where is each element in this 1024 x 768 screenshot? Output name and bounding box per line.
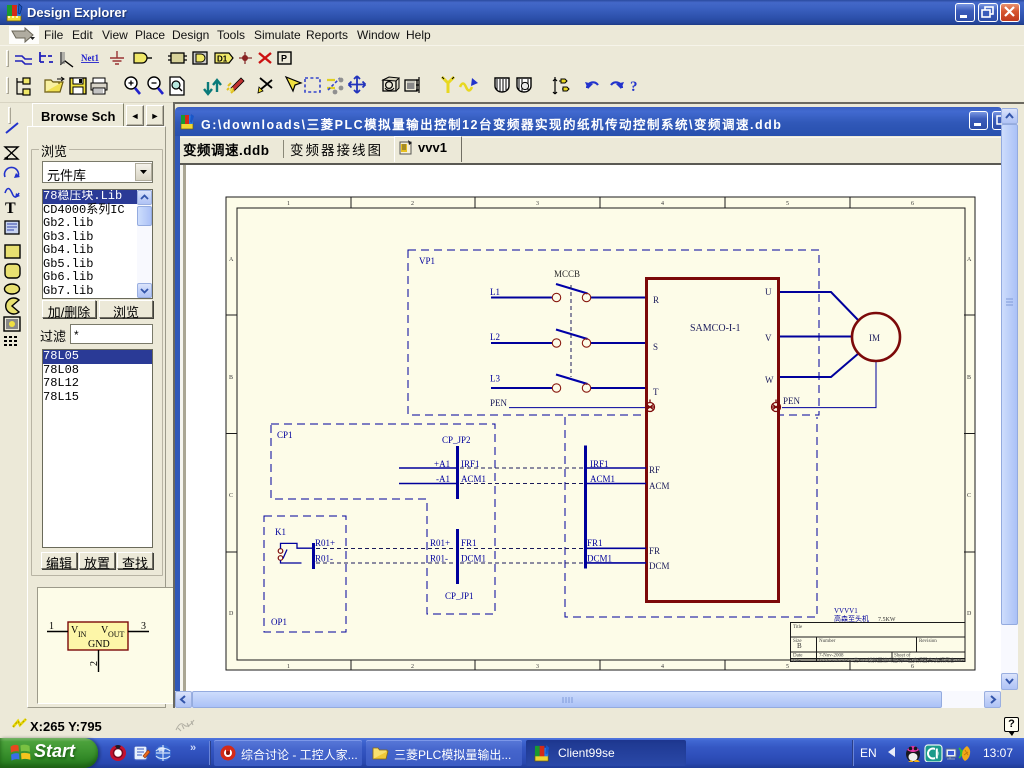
svg-text:ACM1: ACM1 xyxy=(461,474,486,484)
svg-text:D: D xyxy=(967,611,972,617)
svg-text:G:\downloads\三菱PLC模拟量输出控制12台变频: G:\downloads\三菱PLC模拟量输出控制12台变频器实\变频调速.dd… xyxy=(819,657,963,664)
svg-text:W: W xyxy=(765,375,774,385)
svg-text:L2: L2 xyxy=(490,332,500,342)
svg-text:D1: D1 xyxy=(217,55,228,64)
svg-text:A: A xyxy=(229,257,234,263)
svg-text:4: 4 xyxy=(661,664,664,670)
svg-text:7-Nov-2008: 7-Nov-2008 xyxy=(819,654,844,659)
svg-text:?: ? xyxy=(630,79,638,95)
svg-text:R01-: R01- xyxy=(430,554,448,564)
svg-text:2: 2 xyxy=(411,664,414,670)
svg-text:IRF1: IRF1 xyxy=(590,459,609,469)
svg-text:V: V xyxy=(765,333,772,343)
svg-text:Date: Date xyxy=(793,654,803,659)
svg-text:FR: FR xyxy=(649,546,660,556)
svg-text:1: 1 xyxy=(287,664,290,670)
svg-text:高森至头机: 高森至头机 xyxy=(834,614,869,623)
svg-text:FR1: FR1 xyxy=(461,538,477,548)
svg-text:PEN: PEN xyxy=(490,398,508,408)
svg-text:2: 2 xyxy=(89,661,100,666)
svg-text:3: 3 xyxy=(536,664,539,670)
svg-text:FR1: FR1 xyxy=(587,538,603,548)
svg-text:MCCB: MCCB xyxy=(554,269,580,279)
svg-text:T: T xyxy=(5,200,16,217)
svg-text:L1: L1 xyxy=(490,287,500,297)
svg-text:4: 4 xyxy=(661,201,664,207)
svg-text:SAMCO-I-1: SAMCO-I-1 xyxy=(690,323,741,334)
svg-text:File: File xyxy=(793,659,802,664)
svg-text:OP1: OP1 xyxy=(271,617,287,627)
svg-text:Revision: Revision xyxy=(919,639,937,644)
svg-text:5: 5 xyxy=(786,664,789,670)
svg-text:6: 6 xyxy=(911,201,914,207)
svg-text:D: D xyxy=(229,611,234,617)
svg-text:Net1: Net1 xyxy=(81,53,99,63)
svg-text:U: U xyxy=(765,287,772,297)
svg-text:OUT: OUT xyxy=(108,630,125,639)
svg-text:VVVV1: VVVV1 xyxy=(834,607,858,615)
svg-text:1: 1 xyxy=(49,621,54,632)
svg-text:3: 3 xyxy=(141,621,146,632)
svg-text:L3: L3 xyxy=(490,374,500,384)
svg-text:B: B xyxy=(797,642,802,650)
svg-text:C: C xyxy=(229,493,233,499)
svg-text:R01+: R01+ xyxy=(430,538,450,548)
svg-text:2: 2 xyxy=(411,201,414,207)
svg-text:DCM1: DCM1 xyxy=(587,554,612,564)
svg-text:IM: IM xyxy=(869,333,880,343)
svg-text:A: A xyxy=(967,257,972,263)
svg-text:Number: Number xyxy=(819,639,836,644)
svg-text:Drawn By:: Drawn By: xyxy=(894,659,916,664)
svg-text:6: 6 xyxy=(911,664,914,670)
svg-text:VP1: VP1 xyxy=(419,256,435,266)
svg-text:7.5KW: 7.5KW xyxy=(878,617,896,623)
svg-text:C: C xyxy=(967,493,971,499)
svg-text:IRF1: IRF1 xyxy=(461,459,480,469)
svg-text:P: P xyxy=(281,54,287,64)
svg-text:CP1: CP1 xyxy=(277,430,293,440)
svg-text:R: R xyxy=(653,295,659,305)
svg-text:T: T xyxy=(653,387,659,397)
svg-text:Title: Title xyxy=(793,625,803,630)
svg-text:R01-: R01- xyxy=(315,554,333,564)
svg-text:RF: RF xyxy=(649,465,660,475)
svg-text:R01+: R01+ xyxy=(315,538,335,548)
svg-text:B: B xyxy=(967,375,971,381)
svg-text:GND: GND xyxy=(88,639,110,650)
svg-text:S: S xyxy=(653,342,658,352)
svg-text:5: 5 xyxy=(786,201,789,207)
svg-text:IN: IN xyxy=(78,630,87,639)
svg-text:K1: K1 xyxy=(275,527,286,537)
svg-text:CP_JP2: CP_JP2 xyxy=(442,435,471,445)
svg-text:ACM: ACM xyxy=(649,481,670,491)
svg-text:-A1: -A1 xyxy=(436,474,450,484)
svg-text:PEN: PEN xyxy=(783,396,801,406)
svg-text:1: 1 xyxy=(287,201,290,207)
svg-text:ACM1: ACM1 xyxy=(590,474,615,484)
svg-text:CP_JP1: CP_JP1 xyxy=(445,591,474,601)
svg-text:DCM: DCM xyxy=(649,561,670,571)
svg-text:3: 3 xyxy=(536,201,539,207)
svg-text:B: B xyxy=(229,375,233,381)
svg-text:+A1: +A1 xyxy=(434,459,450,469)
svg-text:Sheet of: Sheet of xyxy=(894,654,911,659)
svg-text:DCM1: DCM1 xyxy=(461,554,486,564)
